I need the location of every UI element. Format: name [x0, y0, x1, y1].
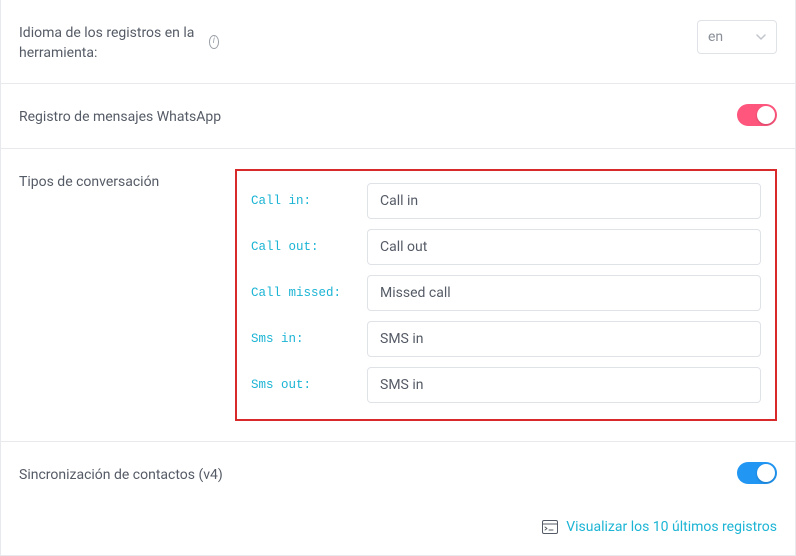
sync-toggle[interactable]	[737, 462, 777, 484]
info-icon[interactable]: i	[209, 35, 219, 49]
language-row: Idioma de los registros en la herramient…	[0, 0, 796, 84]
terminal-icon	[542, 520, 558, 534]
whatsapp-toggle[interactable]	[737, 104, 777, 126]
conv-input-sms-in[interactable]	[367, 321, 761, 357]
conv-label: Sms out:	[251, 378, 351, 392]
whatsapp-label: Registro de mensajes WhatsApp	[19, 108, 221, 128]
language-label-wrap: Idioma de los registros en la herramient…	[19, 20, 219, 63]
conv-item-call-out: Call out:	[251, 229, 761, 265]
conv-label: Call missed:	[251, 286, 351, 300]
conversation-title: Tipos de conversación	[19, 173, 159, 193]
conv-item-sms-out: Sms out:	[251, 367, 761, 403]
sync-link-wrap: Visualizar los 10 últimos registros	[19, 519, 777, 535]
sync-label: Sincronización de contactos (v4)	[19, 466, 223, 486]
conv-item-sms-in: Sms in:	[251, 321, 761, 357]
language-label: Idioma de los registros en la herramient…	[19, 24, 201, 63]
conv-input-sms-out[interactable]	[367, 367, 761, 403]
sync-label-wrap: Sincronización de contactos (v4)	[19, 462, 721, 486]
whatsapp-label-wrap: Registro de mensajes WhatsApp	[19, 104, 721, 128]
toggle-knob	[757, 106, 775, 124]
conv-label: Sms in:	[251, 332, 351, 346]
language-select-value: en	[708, 29, 723, 45]
sync-row: Sincronización de contactos (v4) Visuali…	[0, 442, 796, 556]
whatsapp-row: Registro de mensajes WhatsApp	[0, 84, 796, 149]
chevron-down-icon	[756, 32, 766, 42]
conv-input-call-out[interactable]	[367, 229, 761, 265]
conv-item-call-missed: Call missed:	[251, 275, 761, 311]
conversation-box: Call in: Call out: Call missed: Sms in: …	[235, 169, 777, 421]
sync-right	[737, 462, 777, 484]
toggle-knob	[757, 464, 775, 482]
conv-item-call-in: Call in:	[251, 183, 761, 219]
conversation-title-wrap: Tipos de conversación	[19, 169, 219, 193]
conv-label: Call out:	[251, 240, 351, 254]
conv-input-call-in[interactable]	[367, 183, 761, 219]
conv-label: Call in:	[251, 194, 351, 208]
conv-input-call-missed[interactable]	[367, 275, 761, 311]
whatsapp-right	[737, 104, 777, 126]
conversation-row: Tipos de conversación Call in: Call out:…	[0, 149, 796, 442]
sync-view-logs-link[interactable]: Visualizar los 10 últimos registros	[566, 519, 777, 535]
language-right: en	[235, 20, 777, 54]
language-select[interactable]: en	[697, 20, 777, 54]
